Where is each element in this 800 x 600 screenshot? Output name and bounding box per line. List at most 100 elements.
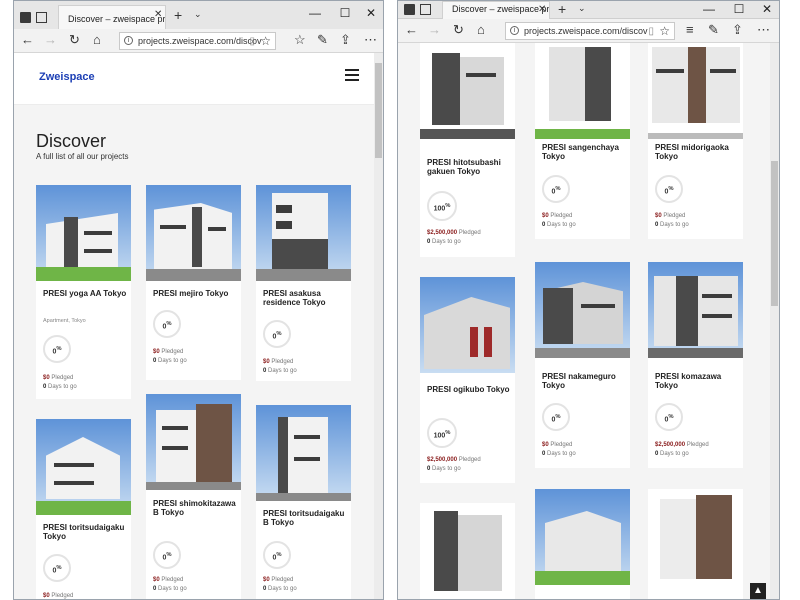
address-bar[interactable]: i projects.zweispace.com/discov ▯ ☆	[505, 22, 675, 40]
project-photo[interactable]	[420, 43, 515, 139]
minimize-button[interactable]: —	[694, 2, 724, 16]
maximize-button[interactable]: ☐	[724, 2, 754, 16]
project-photo[interactable]	[146, 185, 241, 281]
project-card[interactable]: PRESI sangenchaya Tokyo 0% $0 Pledged 0 …	[535, 43, 630, 239]
project-card[interactable]: PRESI ogikubo Tokyo 100% $2,500,000 Pled…	[420, 277, 515, 483]
forward-button[interactable]: →	[428, 22, 441, 37]
project-title[interactable]: PRESI midorigaoka Tokyo	[655, 143, 739, 161]
notes-icon[interactable]: ✎	[708, 22, 719, 38]
chevron-down-icon[interactable]: ⌄	[194, 9, 202, 20]
forward-button[interactable]: →	[44, 32, 57, 47]
site-logo[interactable]: Zweispace	[39, 71, 95, 83]
close-button[interactable]: ✕	[356, 6, 383, 20]
scrollbar[interactable]	[374, 53, 383, 599]
project-title[interactable]: PRESI komazawa Tokyo	[655, 372, 739, 390]
project-photo[interactable]	[256, 185, 351, 281]
days-to-go: 0 Days to go	[542, 451, 576, 457]
project-photo[interactable]	[146, 394, 241, 490]
project-photo[interactable]	[535, 43, 630, 139]
project-title[interactable]: PRESI toritsudaigaku Tokyo	[43, 523, 127, 541]
project-card[interactable]	[648, 489, 743, 599]
project-card[interactable]: PRESI hitotsubashi gakuen Tokyo 100% $2,…	[420, 43, 515, 257]
project-card[interactable]: PRESI asakusa residence Tokyo 0% $0 Pled…	[256, 185, 351, 381]
project-photo[interactable]	[648, 43, 743, 139]
set-aside-tabs-icon[interactable]	[36, 12, 47, 23]
days-to-go: 0 Days to go	[427, 239, 461, 245]
project-title[interactable]: PRESI ogikubo Tokyo	[427, 385, 511, 394]
new-tab-button[interactable]: +	[174, 7, 182, 23]
days-to-go: 0 Days to go	[542, 222, 576, 228]
project-title[interactable]: PRESI hitotsubashi gakuen Tokyo	[427, 158, 511, 176]
new-tab-button[interactable]: +	[558, 1, 566, 17]
days-to-go: 0 Days to go	[655, 222, 689, 228]
project-card[interactable]: PRESI midorigaoka Tokyo 0% $0 Pledged 0 …	[648, 43, 743, 239]
favorites-icon[interactable]: ☆	[294, 32, 306, 48]
funding-progress: 0%	[542, 175, 570, 203]
project-photo[interactable]	[648, 489, 743, 585]
tab-actions-icon[interactable]	[404, 4, 415, 15]
refresh-button[interactable]: ↻	[453, 22, 464, 38]
project-title[interactable]: PRESI toritsudaigaku B Tokyo	[263, 509, 347, 527]
hub-icon[interactable]: ≡	[686, 22, 694, 37]
pledged-amount: $0 Pledged	[43, 593, 74, 599]
tab-close-icon[interactable]: ✕	[538, 4, 546, 15]
minimize-button[interactable]: —	[300, 6, 330, 20]
project-photo[interactable]	[535, 489, 630, 585]
share-icon[interactable]: ⇪	[732, 22, 743, 38]
tab-title: Discover – zweispace pr	[68, 14, 166, 24]
project-photo[interactable]	[36, 185, 131, 281]
home-button[interactable]: ⌂	[93, 32, 101, 47]
more-icon[interactable]: ⋯	[364, 32, 377, 48]
scrollbar-thumb[interactable]	[375, 63, 382, 158]
address-text: projects.zweispace.com/discov	[138, 36, 262, 46]
project-card[interactable]	[535, 489, 630, 599]
project-title[interactable]: PRESI shimokitazawa B Tokyo	[153, 499, 237, 517]
project-card[interactable]: PRESI toritsudaigaku B Tokyo 0% $0 Pledg…	[256, 405, 351, 599]
info-icon[interactable]: i	[510, 26, 519, 35]
menu-icon[interactable]	[345, 69, 359, 81]
project-photo[interactable]	[420, 277, 515, 373]
project-title[interactable]: PRESI nakameguro Tokyo	[542, 372, 626, 390]
chevron-down-icon[interactable]: ⌄	[578, 3, 586, 14]
project-card[interactable]: PRESI nakameguro Tokyo 0% $0 Pledged 0 D…	[535, 262, 630, 468]
project-title[interactable]: PRESI mejiro Tokyo	[153, 289, 237, 298]
favorite-star-icon[interactable]: ☆	[260, 34, 271, 48]
project-card[interactable]: PRESI komazawa Tokyo 0% $2,500,000 Pledg…	[648, 262, 743, 468]
more-icon[interactable]: ⋯	[757, 22, 770, 38]
set-aside-tabs-icon[interactable]	[420, 4, 431, 15]
address-bar[interactable]: i projects.zweispace.com/discov ▯ ☆	[119, 32, 276, 50]
project-photo[interactable]	[420, 503, 515, 599]
project-card[interactable]: PRESI yoga AA Tokyo Apartment, Tokyo 0% …	[36, 185, 131, 399]
info-icon[interactable]: i	[124, 36, 133, 45]
project-photo[interactable]	[535, 262, 630, 358]
project-photo[interactable]	[648, 262, 743, 358]
close-button[interactable]: ✕	[752, 2, 779, 16]
share-icon[interactable]: ⇪	[340, 32, 351, 48]
scroll-to-top-button[interactable]: ▲	[750, 583, 766, 599]
project-card[interactable]	[420, 503, 515, 599]
favorite-star-icon[interactable]: ☆	[659, 24, 670, 38]
tab-actions-icon[interactable]	[20, 12, 31, 23]
project-card[interactable]: PRESI toritsudaigaku Tokyo 0% $0 Pledged	[36, 419, 131, 599]
scrollbar-thumb[interactable]	[771, 161, 778, 306]
notes-icon[interactable]: ✎	[317, 32, 328, 48]
tab-close-icon[interactable]: ✕	[154, 9, 162, 20]
project-card[interactable]: PRESI shimokitazawa B Tokyo 0% $0 Pledge…	[146, 394, 241, 599]
pledged-amount: $0 Pledged	[263, 359, 294, 365]
refresh-button[interactable]: ↻	[69, 32, 80, 48]
reading-view-icon[interactable]: ▯	[648, 26, 654, 37]
project-title[interactable]: PRESI yoga AA Tokyo	[43, 289, 127, 298]
back-button[interactable]: ←	[405, 22, 418, 37]
page-subtitle: A full list of all our projects	[36, 152, 129, 161]
back-button[interactable]: ←	[21, 32, 34, 47]
project-photo[interactable]	[256, 405, 351, 501]
project-card[interactable]: PRESI mejiro Tokyo 0% $0 Pledged 0 Days …	[146, 185, 241, 380]
days-to-go: 0 Days to go	[153, 586, 187, 592]
tab-discover[interactable]: Discover – zweispace pr	[442, 1, 550, 19]
reading-view-icon[interactable]: ▯	[249, 36, 255, 47]
project-title[interactable]: PRESI asakusa residence Tokyo	[263, 289, 347, 307]
home-button[interactable]: ⌂	[477, 22, 485, 37]
scrollbar[interactable]	[770, 43, 779, 599]
project-photo[interactable]	[36, 419, 131, 515]
project-title[interactable]: PRESI sangenchaya Tokyo	[542, 143, 626, 161]
